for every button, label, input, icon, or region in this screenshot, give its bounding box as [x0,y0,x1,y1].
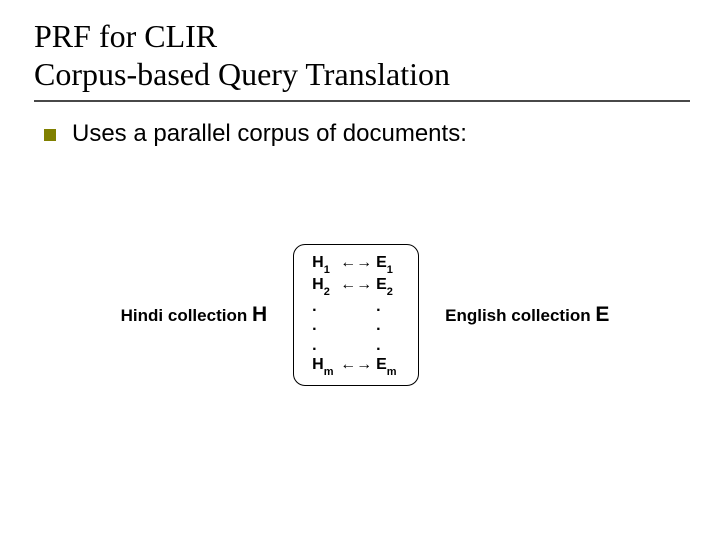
left-label-symbol: H [252,303,267,326]
align-left: . [312,297,336,316]
align-right: . [376,297,400,316]
slide: PRF for CLIR Corpus-based Query Translat… [0,0,720,540]
align-left: . [312,336,336,355]
bullet-text: Uses a parallel corpus of documents: [72,120,467,148]
square-bullet-icon [44,129,56,141]
align-left: H2 [312,275,336,297]
alignment-row: . . [312,316,400,335]
body: Uses a parallel corpus of documents: Hin… [30,120,690,387]
alignment-row: Hm ←→ Em [312,355,400,377]
title-block: PRF for CLIR Corpus-based Query Translat… [34,18,690,102]
align-right: E1 [376,253,400,275]
title-line-2: Corpus-based Query Translation [34,56,690,94]
title-line-1: PRF for CLIR [34,18,690,56]
align-right: . [376,336,400,355]
alignment-row: H2 ←→ E2 [312,275,400,297]
align-right: E2 [376,275,400,297]
align-left: Hm [312,355,336,377]
bidir-arrow-icon: ←→ [340,355,372,374]
right-label-symbol: E [595,303,609,326]
left-label-prefix: Hindi collection [121,306,252,325]
bidir-arrow-icon: ←→ [340,253,372,272]
bullet-row: Uses a parallel corpus of documents: [30,120,690,148]
alignment-row: H1 ←→ E1 [312,253,400,275]
right-collection-label: English collection E [445,303,609,327]
align-left: . [312,316,336,335]
align-left: H1 [312,253,336,275]
align-right: . [376,316,400,335]
alignment-box: H1 ←→ E1 H2 ←→ E2 . . . . [293,244,419,387]
alignment-row: . . [312,336,400,355]
left-collection-label: Hindi collection H [121,303,267,327]
alignment-row: . . [312,297,400,316]
diagram: Hindi collection H H1 ←→ E1 H2 ←→ E2 . . [30,244,690,387]
right-label-prefix: English collection [445,306,595,325]
bidir-arrow-icon: ←→ [340,275,372,294]
align-right: Em [376,355,400,377]
